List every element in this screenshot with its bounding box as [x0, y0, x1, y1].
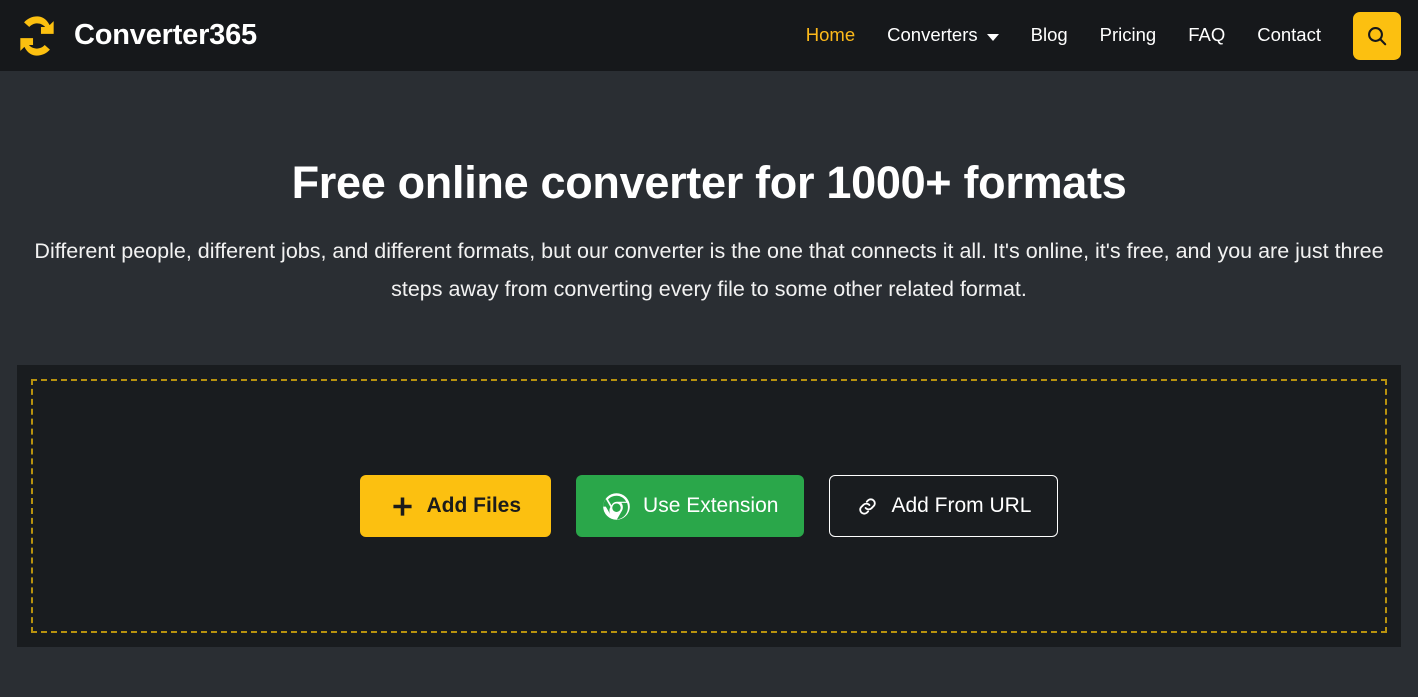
nav-list: Home Converters Blog Pricing FAQ Contact: [790, 26, 1337, 45]
main-navigation: Home Converters Blog Pricing FAQ Contact: [790, 0, 1418, 71]
file-dropzone[interactable]: Add Files Use Extension: [31, 379, 1387, 633]
nav-item-pricing[interactable]: Pricing: [1084, 26, 1173, 45]
use-extension-label: Use Extension: [643, 494, 778, 518]
link-icon: [856, 495, 879, 518]
nav-item-faq[interactable]: FAQ: [1172, 26, 1241, 45]
upload-card: Add Files Use Extension: [17, 365, 1401, 647]
nav-item-home-label: Home: [806, 26, 855, 45]
search-icon: [1365, 24, 1389, 48]
refresh-arrows-icon: [12, 11, 62, 61]
nav-item-blog[interactable]: Blog: [1015, 26, 1084, 45]
search-button[interactable]: [1353, 12, 1401, 60]
nav-item-contact-label: Contact: [1257, 26, 1321, 45]
nav-item-converters[interactable]: Converters: [871, 26, 1014, 45]
page-title: Free online converter for 1000+ formats: [0, 157, 1418, 209]
nav-item-home[interactable]: Home: [790, 26, 871, 45]
brand-logo-link[interactable]: Converter365: [12, 11, 257, 61]
chevron-down-icon: [987, 34, 999, 41]
add-from-url-label: Add From URL: [891, 494, 1031, 518]
use-extension-button[interactable]: Use Extension: [576, 475, 804, 537]
hero-subtitle: Different people, different jobs, and di…: [0, 232, 1418, 309]
add-files-label: Add Files: [427, 494, 522, 518]
nav-item-pricing-label: Pricing: [1100, 26, 1157, 45]
plus-icon: [390, 494, 415, 519]
brand-name: Converter365: [74, 19, 257, 52]
nav-item-converters-label: Converters: [887, 26, 977, 45]
nav-item-faq-label: FAQ: [1188, 26, 1225, 45]
chrome-icon: [602, 492, 631, 521]
site-header: Converter365 Home Converters Blog Pricin…: [0, 0, 1418, 71]
nav-item-contact[interactable]: Contact: [1241, 26, 1337, 45]
add-files-button[interactable]: Add Files: [360, 475, 552, 537]
add-from-url-button[interactable]: Add From URL: [829, 475, 1058, 537]
hero-section: Free online converter for 1000+ formats …: [0, 71, 1418, 308]
nav-item-blog-label: Blog: [1031, 26, 1068, 45]
